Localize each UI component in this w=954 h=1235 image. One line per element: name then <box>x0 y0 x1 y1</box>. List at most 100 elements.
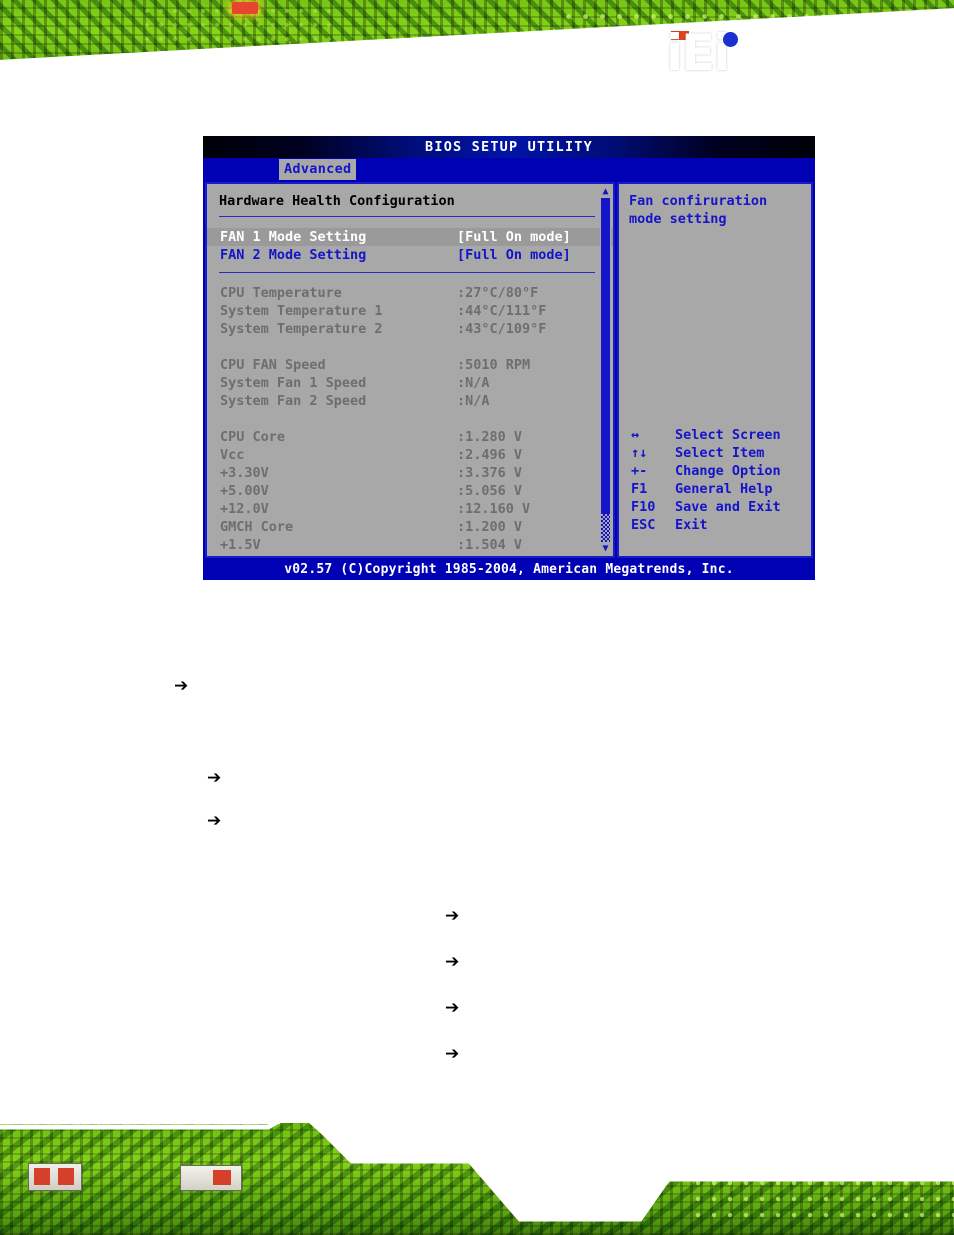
logo-tagline-text: Technology Corp. <box>766 50 954 76</box>
readout-value: :5010 RPM <box>457 357 531 373</box>
setting-value: [Full On mode] <box>457 247 571 263</box>
key-glyph: +- <box>631 463 648 479</box>
readout-label: System Temperature 1 <box>220 303 383 319</box>
readout-row-3v3: +3.30V :3.376 V <box>207 464 613 482</box>
key-action: Change Option <box>675 463 781 479</box>
setting-label: FAN 2 Mode Setting <box>220 247 367 263</box>
readout-value: :27°C/80°F <box>457 285 539 301</box>
arrow-bullet-icon: ➔ <box>445 906 460 926</box>
readout-row-cpu-fan-speed: CPU FAN Speed :5010 RPM <box>207 356 613 374</box>
bios-copyright-bar: v02.57 (C)Copyright 1985-2004, American … <box>203 560 815 580</box>
setting-row-fan2[interactable]: FAN 2 Mode Setting [Full On mode] <box>207 246 613 264</box>
key-glyph: ESC <box>631 517 656 533</box>
key-legend-row-select-screen: ↔ Select Screen <box>631 426 781 444</box>
logo-blue-dot-icon <box>723 32 738 47</box>
readout-value: :2.496 V <box>457 447 523 463</box>
readout-label: CPU Temperature <box>220 285 342 301</box>
readout-row-1v5: +1.5V :1.504 V <box>207 536 613 554</box>
divider-middle <box>219 272 595 273</box>
readout-value: :1.504 V <box>457 537 523 553</box>
arrow-bullet-icon: ➔ <box>445 952 460 972</box>
readout-row-gmch-core: GMCH Core :1.200 V <box>207 518 613 536</box>
settings-scrollbar[interactable]: ▲ ▼ <box>600 186 611 554</box>
readout-label: GMCH Core <box>220 519 294 535</box>
header-bottom-spacer <box>0 104 954 112</box>
scrollbar-thumb[interactable] <box>601 198 610 516</box>
tab-advanced[interactable]: Advanced <box>279 159 357 180</box>
readout-row-sys-temp-1: System Temperature 1 :44°C/111°F <box>207 302 613 320</box>
readout-label: CPU FAN Speed <box>220 357 326 373</box>
logo-wordmark: iEi <box>666 24 730 82</box>
readout-row-sys-fan-1-speed: System Fan 1 Speed :N/A <box>207 374 613 392</box>
readout-label: CPU Core <box>220 429 286 445</box>
key-legend-row-change-option: +- Change Option <box>631 462 781 480</box>
arrow-bullet-icon: ➔ <box>174 676 189 696</box>
section-title: Hardware Health Configuration <box>219 193 455 209</box>
readout-label: +3.30V <box>220 465 269 481</box>
help-pane: Fan confiruration mode setting ↔ Select S… <box>617 182 813 558</box>
key-action: Select Screen <box>675 427 781 443</box>
setting-value: [Full On mode] <box>457 229 571 245</box>
readout-label: System Fan 1 Speed <box>220 375 367 391</box>
readout-label: +12.0V <box>220 501 269 517</box>
bios-content-area: Hardware Health Configuration FAN 1 Mode… <box>203 180 815 560</box>
arrow-bullet-icon: ➔ <box>445 998 460 1018</box>
readout-value: :1.280 V <box>457 429 523 445</box>
scroll-up-arrow-icon[interactable]: ▲ <box>600 186 611 197</box>
key-legend-row-exit: ESC Exit <box>631 516 781 534</box>
readout-value: :N/A <box>457 375 490 391</box>
page-header-banner: iEi ®Technology Corp. <box>0 0 954 112</box>
key-legend-row-save-and-exit: F10 Save and Exit <box>631 498 781 516</box>
setting-row-fan1[interactable]: FAN 1 Mode Setting [Full On mode] <box>207 228 613 246</box>
readout-label: +5.00V <box>220 483 269 499</box>
readout-row-sys-temp-2: System Temperature 2 :43°C/109°F <box>207 320 613 338</box>
key-action: Exit <box>675 517 708 533</box>
settings-pane: Hardware Health Configuration FAN 1 Mode… <box>205 182 615 558</box>
circuit-led-accent <box>232 2 258 14</box>
readout-value: :5.056 V <box>457 483 523 499</box>
readout-value: :3.376 V <box>457 465 523 481</box>
iei-logo: iEi ®Technology Corp. <box>666 24 954 84</box>
page-footer-banner <box>0 1115 954 1235</box>
readout-row-12v: +12.0V :12.160 V <box>207 500 613 518</box>
readout-row-5v: +5.00V :5.056 V <box>207 482 613 500</box>
readout-label: System Fan 2 Speed <box>220 393 367 409</box>
scroll-down-arrow-icon[interactable]: ▼ <box>600 543 611 554</box>
logo-tagline: ®Technology Corp. <box>754 50 954 76</box>
divider-top <box>219 216 595 217</box>
arrow-bullet-icon: ➔ <box>445 1044 460 1064</box>
readout-label: Vcc <box>220 447 245 463</box>
bios-title-bar: BIOS SETUP UTILITY <box>203 136 815 158</box>
readout-value: :12.160 V <box>457 501 531 517</box>
arrow-bullet-icon: ➔ <box>207 811 222 831</box>
readout-row-sys-fan-2-speed: System Fan 2 Speed :N/A <box>207 392 613 410</box>
key-legend-row-general-help: F1 General Help <box>631 480 781 498</box>
readout-row-cpu-core: CPU Core :1.280 V <box>207 428 613 446</box>
readout-row-cpu-temp: CPU Temperature :27°C/80°F <box>207 284 613 302</box>
readout-value: :1.200 V <box>457 519 523 535</box>
bios-menu-bar: Advanced <box>203 158 815 180</box>
help-line-2: mode setting <box>629 211 727 227</box>
key-legend-row-select-item: ↑↓ Select Item <box>631 444 781 462</box>
readout-row-vcc: Vcc :2.496 V <box>207 446 613 464</box>
bios-title: BIOS SETUP UTILITY <box>425 139 593 155</box>
readout-value: :N/A <box>457 393 490 409</box>
help-description: Fan confiruration mode setting <box>629 192 809 228</box>
readout-label: +1.5V <box>220 537 261 553</box>
scrollbar-track[interactable] <box>601 514 610 542</box>
arrow-bullet-icon: ➔ <box>207 768 222 788</box>
key-legend: ↔ Select Screen ↑↓ Select Item +- Change Op… <box>631 426 781 534</box>
key-glyph: F10 <box>631 499 656 515</box>
readout-label: System Temperature 2 <box>220 321 383 337</box>
key-action: Save and Exit <box>675 499 781 515</box>
registered-trademark-icon: ® <box>754 55 767 69</box>
setting-label: FAN 1 Mode Setting <box>220 229 367 245</box>
key-action: Select Item <box>675 445 765 461</box>
readout-value: :44°C/111°F <box>457 303 547 319</box>
readout-value: :43°C/109°F <box>457 321 547 337</box>
bios-setup-window: BIOS SETUP UTILITY Advanced Hardware Hea… <box>203 136 815 594</box>
key-action: General Help <box>675 481 773 497</box>
key-glyph: ↔ <box>631 427 640 443</box>
key-glyph: F1 <box>631 481 648 497</box>
help-line-1: Fan confiruration <box>629 193 768 209</box>
